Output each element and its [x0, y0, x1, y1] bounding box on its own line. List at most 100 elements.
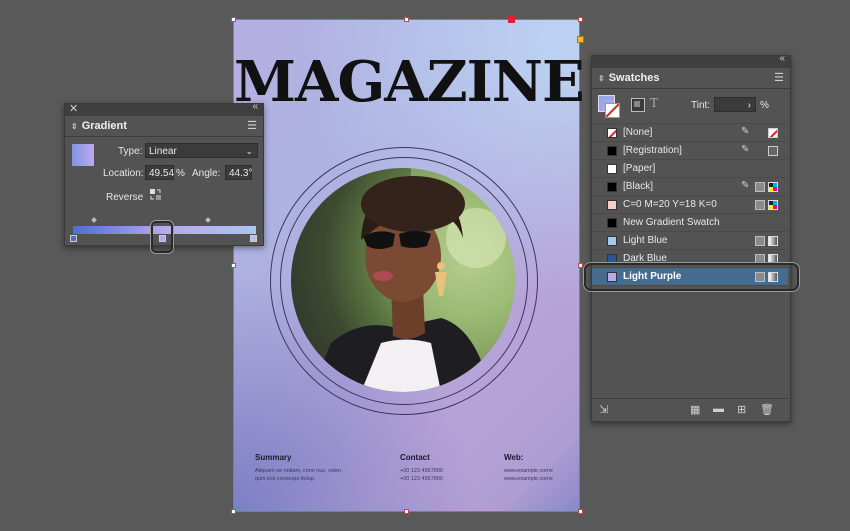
tab-swatches[interactable]: ⇕ Swatches: [592, 68, 670, 88]
trash-icon[interactable]: 🗑: [760, 403, 774, 416]
collapse-icon[interactable]: «: [252, 101, 258, 112]
location-label: Location:: [103, 168, 144, 179]
gradient-stop-start[interactable]: [70, 235, 77, 242]
midpoint-diamond-left[interactable]: [91, 217, 97, 223]
summary-heading: Summary: [255, 453, 292, 462]
gradient-tab-label: Gradient: [81, 120, 127, 132]
cmyk-mode-icon: [768, 182, 778, 192]
rotate-handle[interactable]: [508, 16, 515, 23]
web-line-1: www.example.come: [504, 468, 553, 474]
gradient-panel-header: ⇕ Gradient ☰: [65, 116, 263, 137]
panel-menu-icon[interactable]: ☰: [774, 71, 784, 84]
no-edit-icon: ✎: [741, 144, 750, 155]
container-format-icon[interactable]: [631, 98, 645, 112]
handle-top-center[interactable]: [404, 17, 409, 22]
swatch-name: New Gradient Swatch: [623, 217, 720, 228]
highlight-callout-swatch: [584, 263, 799, 291]
handle-middle-right[interactable]: [578, 263, 583, 268]
collapse-icon[interactable]: «: [779, 53, 785, 64]
process-color-icon: [755, 182, 765, 192]
swatch-views-icon[interactable]: ⇲: [599, 403, 608, 416]
gradient-panel-titlebar[interactable]: ✕ «: [65, 101, 263, 116]
gradient-stop-end[interactable]: [250, 235, 257, 242]
gradient-preview-swatch: [72, 144, 94, 166]
cmyk-mode-icon: [768, 200, 778, 210]
type-value: Linear: [149, 146, 177, 157]
swatches-footer: ⇲ ▦ ▬ ⊞ 🗑: [592, 398, 788, 421]
color-group-icon[interactable]: ▦: [690, 403, 700, 416]
web-line-2: www.example.come: [504, 476, 553, 482]
fill-stroke-row: T Tint: › %: [592, 89, 788, 124]
handle-middle-left[interactable]: [231, 263, 236, 268]
handle-bottom-center[interactable]: [404, 509, 409, 514]
swatch-row-light-blue[interactable]: Light Blue: [592, 232, 788, 250]
handle-top-right[interactable]: [578, 17, 583, 22]
swatch-row-registration[interactable]: [Registration] ✎: [592, 142, 788, 160]
panel-arrows-icon: ⇕: [598, 74, 605, 83]
swatch-row-new-gradient[interactable]: New Gradient Swatch: [592, 214, 788, 232]
contact-line-1: +00 123 4567890: [400, 468, 443, 474]
swatch-name: [Black]: [623, 181, 654, 192]
swatch-row-cmyk[interactable]: C=0 M=20 Y=18 K=0: [592, 196, 788, 214]
summary-line-2: quis eos consequi dolup: [255, 476, 315, 482]
none-chip-icon: [607, 128, 617, 138]
magazine-title[interactable]: MAGAZINE: [234, 52, 585, 112]
chevron-down-icon: ⌄: [245, 146, 253, 156]
tint-label: Tint:: [691, 100, 711, 111]
black-chip: [607, 182, 617, 192]
swatches-tab-label: Swatches: [608, 72, 660, 84]
swatch-name: [Paper]: [623, 163, 656, 174]
swatches-panel[interactable]: « ⇕ Swatches ☰ T Tint: › % [None] ✎ [Regi…: [591, 53, 791, 422]
type-select[interactable]: Linear ⌄: [145, 143, 258, 158]
swatch-name: [None]: [623, 127, 653, 138]
panel-arrows-icon: ⇕: [71, 122, 78, 131]
gradient-chip: [607, 218, 617, 228]
footer-summary[interactable]: Summary Aliquam se nollam, cons nus, vol…: [255, 453, 341, 483]
handle-bottom-right[interactable]: [578, 509, 583, 514]
midpoint-diamond-right[interactable]: [205, 217, 211, 223]
contact-heading: Contact: [400, 453, 430, 462]
stroke-none-icon[interactable]: [605, 103, 620, 118]
swatches-panel-titlebar[interactable]: «: [592, 53, 790, 68]
no-edit-icon: ✎: [741, 126, 750, 137]
reverse-gradient-icon[interactable]: [149, 188, 162, 201]
swatch-name: [Registration]: [623, 145, 682, 156]
swatches-panel-header: ⇕ Swatches ☰: [592, 68, 790, 89]
swatch-row-paper[interactable]: [Paper]: [592, 160, 788, 178]
swatch-row-none[interactable]: [None] ✎: [592, 124, 788, 142]
portrait-photo[interactable]: [291, 168, 515, 392]
web-heading: Web:: [504, 453, 524, 462]
new-folder-icon[interactable]: ▬: [713, 403, 724, 415]
light-blue-chip: [607, 236, 617, 246]
close-icon[interactable]: ✕: [69, 102, 78, 115]
swatch-name: C=0 M=20 Y=18 K=0: [623, 199, 717, 210]
angle-label: Angle:: [192, 168, 221, 179]
type-label: Type:: [118, 146, 143, 157]
footer-web[interactable]: Web: www.example.come www.example.come: [504, 453, 553, 483]
footer-contact[interactable]: Contact +00 123 4567890 +00 123 4567890: [400, 453, 443, 483]
summary-line-1: Aliquam se nollam, cons nus, volen: [255, 468, 342, 474]
highlight-callout-stop: [151, 221, 173, 253]
swatch-name: Light Blue: [623, 235, 668, 246]
tint-input[interactable]: ›: [714, 97, 756, 112]
location-input[interactable]: 49.54: [145, 165, 174, 180]
tint-unit: %: [760, 100, 769, 111]
magazine-page[interactable]: MAGAZINE Summary Aliquam se nollam, cons…: [233, 19, 585, 512]
tab-gradient[interactable]: ⇕ Gradient: [65, 116, 137, 136]
panel-menu-icon[interactable]: ☰: [247, 119, 257, 132]
none-type-icon: [768, 128, 778, 138]
new-swatch-icon[interactable]: ⊞: [737, 403, 746, 416]
swatch-row-black[interactable]: [Black] ✎: [592, 178, 788, 196]
chevron-right-icon: ›: [747, 100, 751, 111]
out-port-handle[interactable]: [577, 36, 584, 43]
location-unit: %: [176, 168, 185, 179]
text-format-icon[interactable]: T: [650, 96, 658, 110]
process-color-icon: [755, 236, 765, 246]
no-edit-icon: ✎: [741, 180, 750, 191]
reverse-label: Reverse: [106, 192, 144, 203]
handle-bottom-left[interactable]: [231, 509, 236, 514]
angle-input[interactable]: 44.3°: [225, 165, 252, 180]
process-color-icon: [755, 200, 765, 210]
handle-top-left[interactable]: [231, 17, 236, 22]
contact-line-2: +00 123 4567890: [400, 476, 443, 482]
